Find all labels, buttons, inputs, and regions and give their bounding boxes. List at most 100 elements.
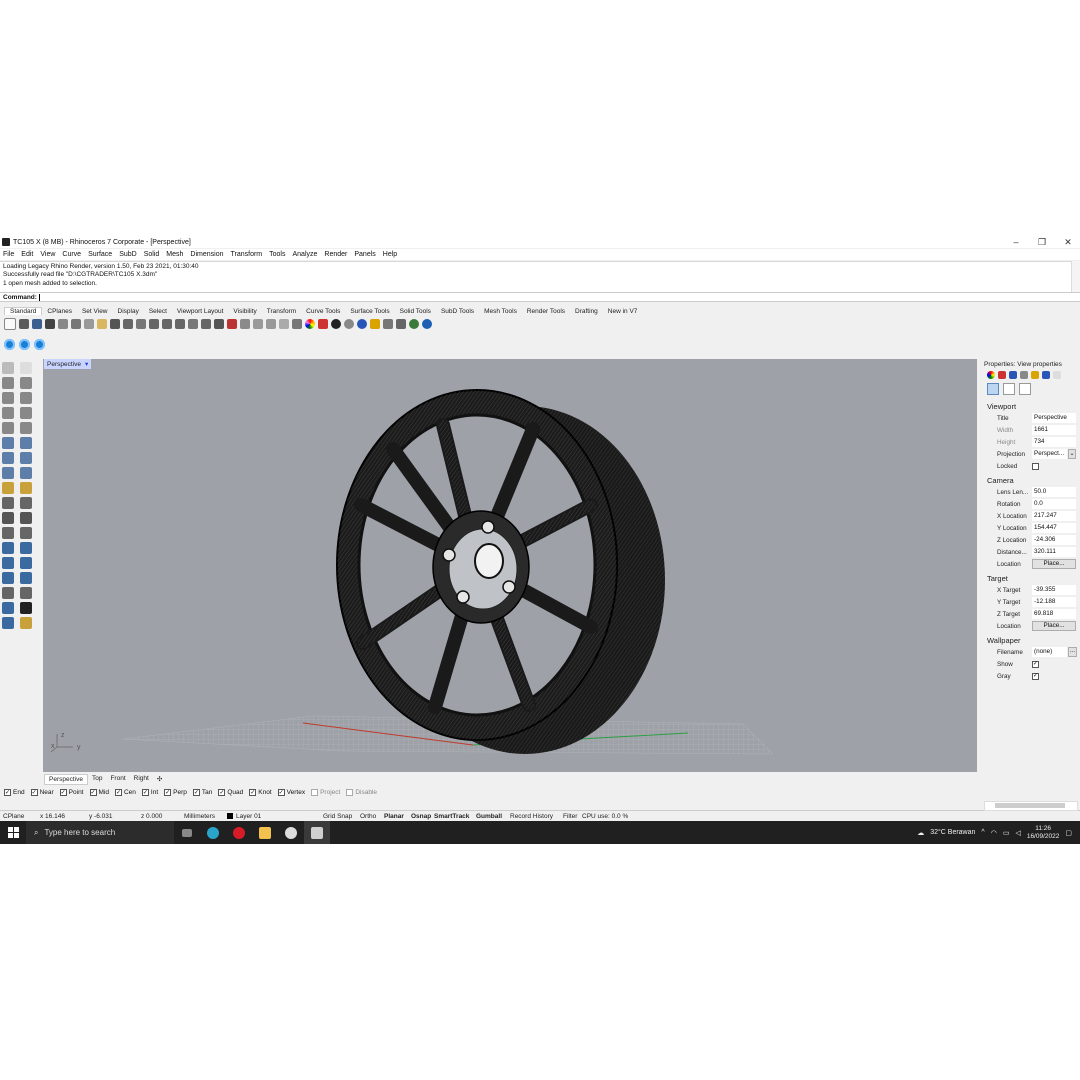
analyze-icon[interactable] — [2, 602, 14, 614]
y-location-field[interactable]: 154.447 — [1032, 523, 1076, 533]
arc-icon[interactable] — [2, 407, 14, 419]
status-gumball[interactable]: Gumball — [476, 813, 510, 820]
extrude-icon[interactable] — [20, 437, 32, 449]
rotate-view-icon[interactable] — [136, 319, 146, 329]
osnap-disable[interactable]: Disable — [346, 789, 377, 796]
clock[interactable]: 11:26 16/09/2022 — [1027, 825, 1060, 841]
notification-icon[interactable]: ▢ — [1065, 829, 1072, 837]
checkbox[interactable]: ✓ — [89, 789, 97, 796]
ellipse-icon[interactable] — [2, 422, 14, 434]
place-target-button[interactable]: Place... — [1032, 621, 1076, 631]
tab-select[interactable]: Select — [144, 308, 172, 315]
tab-render-tools[interactable]: Render Tools — [522, 308, 570, 315]
checkbox[interactable] — [346, 789, 354, 796]
zoom-selected-icon[interactable] — [188, 319, 198, 329]
status-cplane[interactable]: CPlane — [3, 813, 40, 820]
zoom-extents-icon[interactable] — [175, 319, 185, 329]
scrollbar-thumb[interactable] — [995, 803, 1065, 808]
lightbulb-icon[interactable] — [279, 319, 289, 329]
osnap-vertex[interactable]: ✓ Vertex — [277, 789, 305, 796]
rhino-taskbar-button[interactable] — [304, 821, 330, 844]
osnap-cen[interactable]: ✓ Cen — [114, 789, 136, 796]
help-icon[interactable] — [422, 319, 432, 329]
gray-checkbox[interactable]: ✓ — [1032, 672, 1039, 680]
layout-icon[interactable] — [20, 617, 32, 629]
menu-edit[interactable]: Edit — [21, 251, 33, 258]
settings-gear-icon[interactable] — [19, 339, 30, 350]
menu-help[interactable]: Help — [383, 251, 397, 258]
undo-icon[interactable] — [110, 319, 120, 329]
circle-icon[interactable] — [2, 392, 14, 404]
status-layer[interactable]: Layer 01 — [227, 813, 323, 820]
checkbox[interactable]: ✓ — [218, 789, 226, 796]
checkbox[interactable]: ✓ — [114, 789, 122, 796]
checkbox[interactable]: ✓ — [164, 789, 172, 796]
gear-icon[interactable] — [383, 319, 393, 329]
tab-perspective[interactable]: Perspective — [44, 774, 88, 785]
show-checkbox[interactable]: ✓ — [1032, 660, 1039, 668]
z-target-field[interactable]: 69.818 — [1032, 609, 1076, 619]
grid-icon[interactable] — [396, 319, 406, 329]
status-ortho[interactable]: Ortho — [360, 813, 384, 820]
fillet-icon[interactable] — [2, 527, 14, 539]
sphere-icon[interactable] — [20, 452, 32, 464]
browse-button[interactable]: ... — [1068, 647, 1077, 657]
array-icon[interactable] — [20, 572, 32, 584]
menu-dimension[interactable]: Dimension — [190, 251, 223, 258]
dimension-icon[interactable] — [2, 587, 14, 599]
cut-icon[interactable] — [71, 319, 81, 329]
lens-field[interactable]: 50.0 — [1032, 487, 1076, 497]
chevron-down-icon[interactable]: ⌄ — [1068, 449, 1076, 459]
weather-cloud-icon[interactable]: ☁ — [917, 829, 924, 837]
menu-analyze[interactable]: Analyze — [292, 251, 317, 258]
menu-curve[interactable]: Curve — [62, 251, 81, 258]
tab-subd-tools[interactable]: SubD Tools — [436, 308, 479, 315]
osnap-mid[interactable]: ✓ Mid — [89, 789, 109, 796]
display-mode-icon[interactable] — [1003, 383, 1015, 395]
osnap-tan[interactable]: ✓ Tan — [192, 789, 212, 796]
minimize-button[interactable]: – — [1010, 236, 1022, 248]
status-smarttrack[interactable]: SmartTrack — [434, 813, 476, 820]
box-icon[interactable] — [2, 452, 14, 464]
chevron-up-icon[interactable]: ^ — [981, 829, 984, 836]
shaded-sphere-icon[interactable] — [331, 319, 341, 329]
curve-icon[interactable] — [20, 377, 32, 389]
menu-panels[interactable]: Panels — [354, 251, 375, 258]
tab-cplanes[interactable]: CPlanes — [42, 308, 77, 315]
distance-field[interactable]: 320.111 — [1032, 547, 1076, 557]
environment-icon[interactable] — [1009, 371, 1017, 379]
rendered-sphere-icon[interactable] — [344, 319, 354, 329]
osnap-perp[interactable]: ✓ Perp — [164, 789, 187, 796]
osnap-project[interactable]: Project — [311, 789, 340, 796]
render-icon[interactable] — [2, 617, 14, 629]
y-target-field[interactable]: -12.188 — [1032, 597, 1076, 607]
status-record-history[interactable]: Record History — [510, 813, 563, 820]
select-icon[interactable] — [240, 319, 250, 329]
locked-checkbox[interactable] — [1032, 462, 1039, 470]
menu-tools[interactable]: Tools — [269, 251, 285, 258]
mesh-icon[interactable] — [20, 467, 32, 479]
osnap-knot[interactable]: ✓ Knot — [249, 789, 272, 796]
select-arrow-icon[interactable] — [2, 362, 14, 374]
folder-icon[interactable] — [1031, 371, 1039, 379]
pan-icon[interactable] — [123, 319, 133, 329]
print-icon[interactable] — [45, 319, 55, 329]
osnap-quad[interactable]: ✓ Quad — [218, 789, 243, 796]
zoom-window-icon[interactable] — [162, 319, 172, 329]
menu-subd[interactable]: SubD — [119, 251, 137, 258]
snap-icon[interactable] — [4, 339, 15, 350]
place-camera-button[interactable]: Place... — [1032, 559, 1076, 569]
task-view-button[interactable] — [174, 821, 200, 844]
tab-visibility[interactable]: Visibility — [228, 308, 261, 315]
tab-right[interactable]: Right — [130, 774, 153, 785]
tab-transform[interactable]: Transform — [262, 308, 301, 315]
tab-surface-tools[interactable]: Surface Tools — [345, 308, 394, 315]
tab-new-in-v7[interactable]: New in V7 — [603, 308, 643, 315]
boolean-icon[interactable] — [2, 482, 14, 494]
status-osnap[interactable]: Osnap — [411, 813, 434, 820]
properties-icon[interactable] — [58, 319, 68, 329]
menu-render[interactable]: Render — [324, 251, 347, 258]
copy-icon[interactable] — [84, 319, 94, 329]
tab-mesh-tools[interactable]: Mesh Tools — [479, 308, 522, 315]
filename-field[interactable]: (none) — [1032, 647, 1067, 657]
